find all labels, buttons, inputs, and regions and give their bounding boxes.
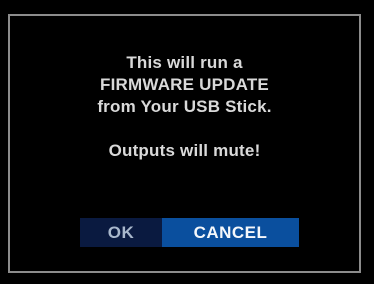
message-line-3: from Your USB Stick. (97, 97, 272, 116)
firmware-update-dialog: This will run a FIRMWARE UPDATE from You… (8, 14, 361, 273)
cancel-button[interactable]: CANCEL (162, 218, 299, 247)
dialog-message: This will run a FIRMWARE UPDATE from You… (10, 52, 359, 162)
message-line-1: This will run a (126, 53, 243, 72)
message-spacer (10, 118, 359, 140)
message-line-2: FIRMWARE UPDATE (100, 75, 269, 94)
mute-warning: Outputs will mute! (108, 141, 261, 160)
ok-button[interactable]: OK (80, 218, 162, 247)
